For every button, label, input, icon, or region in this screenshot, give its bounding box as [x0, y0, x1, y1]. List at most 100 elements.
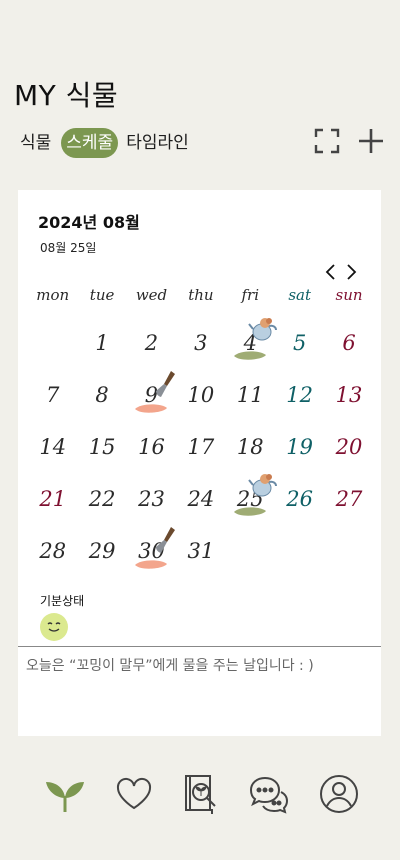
page-title: MY 식물 [14, 79, 119, 112]
calendar-day[interactable]: 15 [77, 429, 126, 481]
calendar-day-number: 5 [292, 331, 307, 355]
calendar-day-number: 26 [286, 487, 314, 511]
calendar-day[interactable]: 14 [28, 429, 77, 481]
calendar-day-number: 29 [88, 539, 116, 563]
mood-label: 기분상태 [40, 594, 85, 608]
weekday-sun: sun [335, 286, 363, 304]
calendar-day-number: 3 [194, 331, 208, 355]
smiley-face-icon[interactable] [39, 612, 69, 646]
plus-icon[interactable] [356, 126, 386, 156]
calendar-day-number: 2 [144, 331, 159, 355]
calendar-day[interactable]: 25 [226, 474, 277, 533]
calendar-day-number: 24 [187, 487, 215, 511]
calendar-day[interactable]: 5 [275, 325, 324, 377]
chat-icon[interactable] [245, 770, 293, 818]
month-label: 2024년 08월 [38, 213, 140, 232]
calendar-day-number: 12 [286, 383, 314, 407]
calendar-day-number: 8 [95, 383, 109, 407]
calendar-card: 2024년 08월 08월 25일 mon tue wed thu fri sa… [18, 190, 381, 736]
calendar-day[interactable]: 24 [176, 481, 225, 533]
calendar-day-empty [28, 325, 77, 377]
weekday-header: mon tue wed thu fri sat sun [28, 286, 374, 304]
selected-date-label: 08월 25일 [40, 241, 97, 255]
calendar-day-number: 14 [39, 435, 67, 459]
calendar-day[interactable]: 27 [324, 481, 373, 533]
chevron-left-icon[interactable] [321, 262, 341, 282]
trowel-icon [151, 369, 179, 403]
weekday-tue: tue [89, 286, 115, 304]
schedule-note: 오늘은 “꼬밍이 말무”에게 물을 주는 날입니다 : ) [26, 658, 314, 674]
calendar-day-number: 10 [187, 383, 215, 407]
calendar-day-number: 19 [286, 435, 314, 459]
calendar-week-row: 28 29 30 31 [28, 527, 374, 585]
calendar-day-number: 23 [138, 487, 165, 511]
tab-bar: 식물 스케줄 타임라인 [20, 128, 197, 158]
calendar-day-empty [226, 533, 275, 585]
weekday-thu: thu [188, 286, 214, 304]
calendar-week-row: 1 2 345 6 [28, 318, 374, 377]
calendar-day-number: 28 [39, 539, 67, 563]
calendar-day[interactable]: 3 [176, 325, 225, 377]
calendar-day-number: 18 [236, 435, 264, 459]
calendar-day[interactable]: 9 [127, 371, 176, 429]
calendar-day-number: 17 [187, 435, 215, 459]
divider [18, 646, 381, 647]
calendar-day[interactable]: 20 [324, 429, 373, 481]
calendar-day-number: 6 [342, 331, 356, 355]
heart-icon[interactable] [110, 770, 158, 818]
calendar-day-number: 11 [236, 383, 264, 407]
tab-schedule[interactable]: 스케줄 [61, 128, 119, 158]
tab-plants[interactable]: 식물 [20, 128, 51, 158]
calendar-day-number: 31 [187, 539, 215, 563]
calendar-day-number: 7 [46, 383, 60, 407]
calendar-day[interactable]: 12 [275, 377, 324, 429]
calendar-day-number: 22 [88, 487, 116, 511]
calendar-day[interactable]: 1 [77, 325, 126, 377]
calendar-day-empty [324, 533, 373, 585]
calendar-week-row: 7 8 9 10 11 12 13 [28, 371, 374, 429]
calendar-day-number: 15 [88, 435, 116, 459]
calendar-day-number: 16 [138, 435, 165, 459]
calendar-day[interactable]: 19 [275, 429, 324, 481]
calendar-day[interactable]: 10 [176, 377, 225, 429]
calendar-day[interactable]: 26 [275, 481, 324, 533]
calendar-day[interactable]: 21 [28, 481, 77, 533]
calendar-day[interactable]: 6 [324, 325, 373, 377]
month-navigation [321, 262, 361, 282]
weekday-sat: sat [288, 286, 311, 304]
calendar-day-number: 20 [335, 435, 363, 459]
plant-book-icon[interactable] [176, 770, 224, 818]
calendar-week-row: 21 22 23 24 25 26 27 [28, 474, 374, 533]
plant-icon[interactable] [41, 770, 89, 818]
trowel-icon [151, 525, 179, 559]
calendar-grid: 1 2 3 4 5 6 7 8 9 10 11 12 13 14 15 16 17 18 19 20 21 22 23 24 2… [28, 318, 374, 585]
calendar-day[interactable]: 11 [226, 377, 275, 429]
tab-timeline[interactable]: 타임라인 [126, 128, 189, 158]
calendar-day[interactable]: 7 [28, 377, 77, 429]
calendar-day[interactable]: 17 [176, 429, 225, 481]
watering-can-icon [247, 471, 280, 503]
calendar-day-number: 21 [39, 487, 67, 511]
watering-can-icon [247, 315, 280, 347]
calendar-day-number: 13 [335, 383, 363, 407]
calendar-day[interactable]: 22 [77, 481, 126, 533]
chevron-right-icon[interactable] [341, 262, 361, 282]
header-actions [298, 126, 386, 156]
calendar-week-row: 14 15 16 17 18 19 20 [28, 429, 374, 481]
calendar-day[interactable]: 28 [28, 533, 77, 585]
calendar-day-number: 1 [95, 331, 109, 355]
calendar-day-empty [275, 533, 324, 585]
calendar-day[interactable]: 8 [77, 377, 126, 429]
calendar-day[interactable]: 31 [176, 533, 225, 585]
calendar-day[interactable]: 16 [127, 429, 176, 481]
calendar-day[interactable]: 30 [127, 527, 176, 585]
calendar-day[interactable]: 13 [324, 377, 373, 429]
calendar-day-number: 27 [335, 487, 363, 511]
weekday-mon: mon [36, 286, 70, 304]
weekday-wed: wed [135, 286, 168, 304]
calendar-day[interactable]: 4 [226, 318, 277, 377]
weekday-fri: fri [241, 286, 260, 304]
calendar-day[interactable]: 29 [77, 533, 126, 585]
profile-icon[interactable] [315, 770, 363, 818]
fullscreen-icon[interactable] [312, 126, 342, 156]
